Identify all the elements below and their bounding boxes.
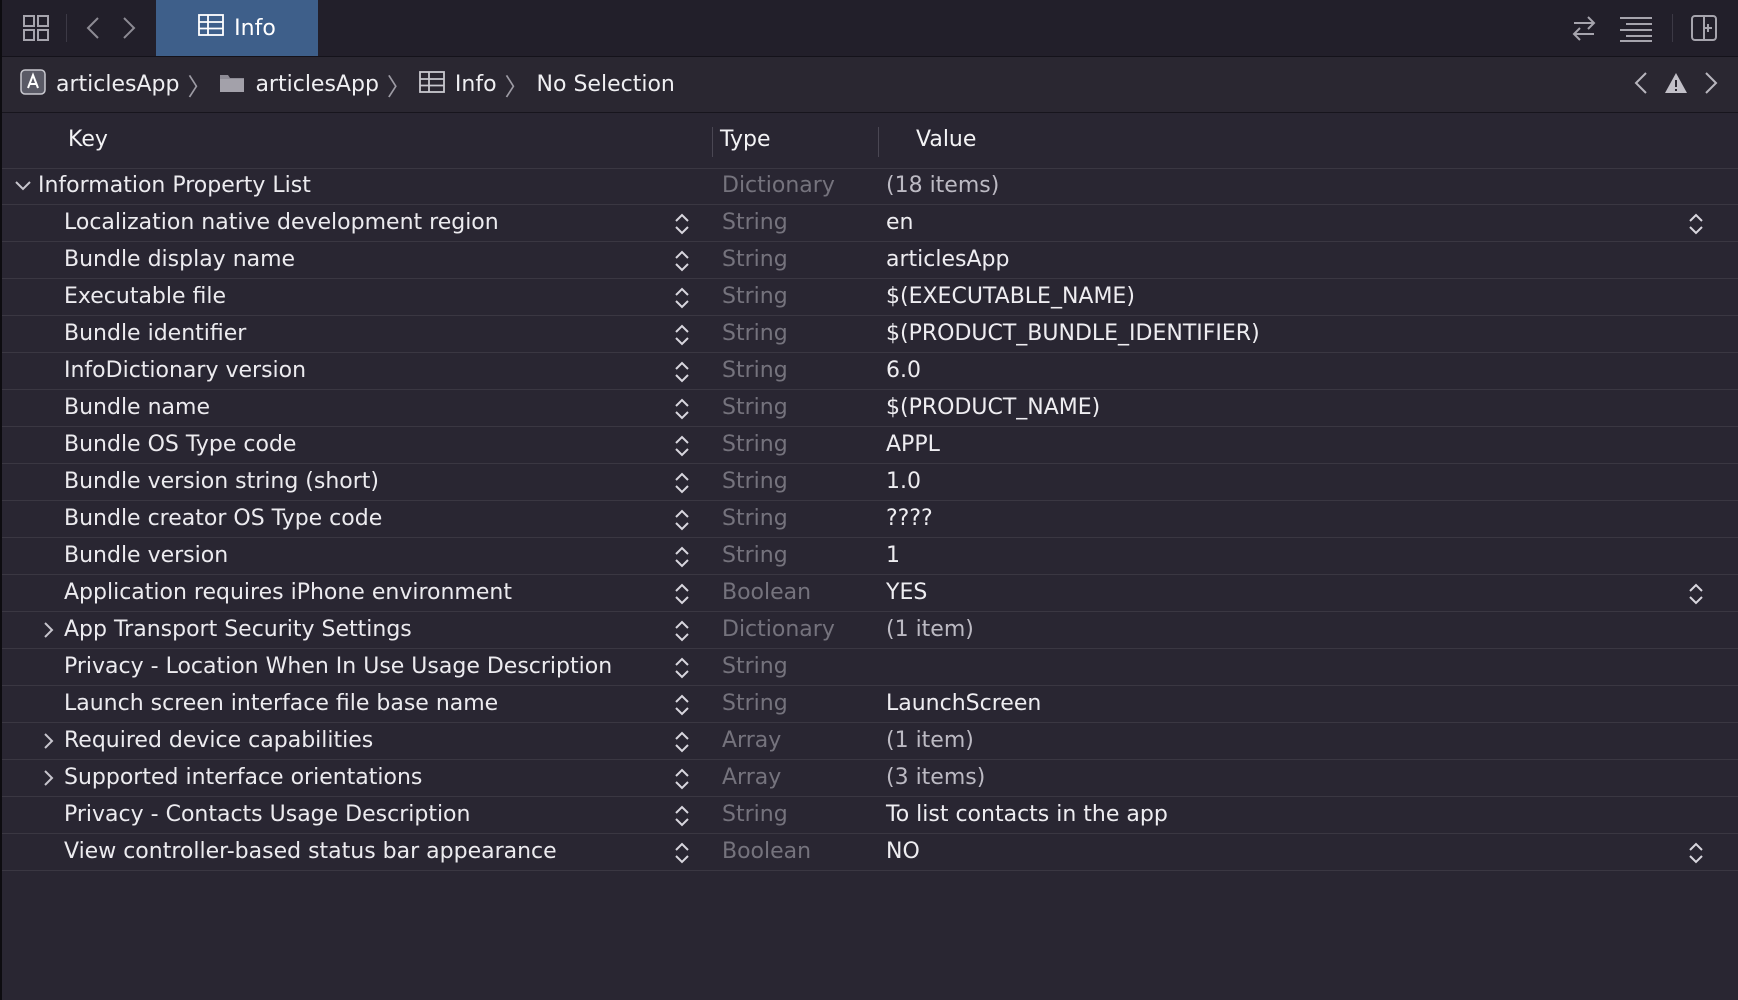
stepper-icon[interactable] xyxy=(674,211,690,243)
row-key: Information Property List xyxy=(38,173,311,198)
breadcrumb-folder[interactable]: articlesApp xyxy=(219,71,379,99)
stepper-icon[interactable] xyxy=(674,729,690,761)
table-row[interactable]: Application requires iPhone environment … xyxy=(2,575,1738,612)
grid-layout-icon[interactable] xyxy=(22,14,50,46)
stepper-icon[interactable] xyxy=(674,470,690,502)
stepper-icon[interactable] xyxy=(674,766,690,798)
stepper-icon[interactable] xyxy=(674,396,690,428)
table-row[interactable]: Launch screen interface file base name S… xyxy=(2,686,1738,723)
editor-window: Info articlesApp 〉 articlesApp 〉 Info 〉 … xyxy=(0,0,1738,1000)
table-row[interactable]: Localization native development region S… xyxy=(2,205,1738,242)
chevron-right-icon: 〉 xyxy=(187,73,212,101)
stepper-icon[interactable] xyxy=(674,433,690,465)
warning-icon[interactable] xyxy=(1664,72,1688,100)
value-stepper-icon[interactable] xyxy=(1688,581,1704,613)
chevron-right-icon: 〉 xyxy=(504,73,529,101)
column-header-type[interactable]: Type xyxy=(720,127,771,152)
jump-bar: articlesApp 〉 articlesApp 〉 Info 〉 No Se… xyxy=(2,57,1738,113)
stepper-icon[interactable] xyxy=(674,544,690,576)
table-row[interactable]: Bundle name String $(PRODUCT_NAME) xyxy=(2,390,1738,427)
table-row[interactable]: Privacy - Contacts Usage Description Str… xyxy=(2,797,1738,834)
table-row[interactable]: Bundle identifier String $(PRODUCT_BUNDL… xyxy=(2,316,1738,353)
column-header-key[interactable]: Key xyxy=(68,127,108,152)
property-list: Information Property List Dictionary (18… xyxy=(2,168,1738,871)
table-row-root[interactable]: Information Property List Dictionary (18… xyxy=(2,168,1738,205)
tab-label: Info xyxy=(234,15,276,41)
table-row[interactable]: Required device capabilities Array (1 it… xyxy=(2,723,1738,760)
app-project-icon xyxy=(20,68,46,101)
stepper-icon[interactable] xyxy=(674,840,690,872)
chevron-right-icon[interactable] xyxy=(40,620,58,645)
folder-icon xyxy=(219,71,245,99)
next-issue-icon[interactable] xyxy=(1704,71,1718,101)
stepper-icon[interactable] xyxy=(674,248,690,280)
column-header: Key Type Value xyxy=(2,113,1738,169)
breadcrumb-project[interactable]: articlesApp xyxy=(20,68,179,101)
table-row[interactable]: Supported interface orientations Array (… xyxy=(2,760,1738,797)
stepper-icon[interactable] xyxy=(674,322,690,354)
forward-arrow-icon[interactable] xyxy=(120,14,138,46)
stepper-icon[interactable] xyxy=(674,285,690,317)
table-row[interactable]: Bundle display name String articlesApp xyxy=(2,242,1738,279)
stepper-icon[interactable] xyxy=(674,581,690,613)
row-value: (18 items) xyxy=(886,173,1000,198)
value-stepper-icon[interactable] xyxy=(1688,211,1704,243)
breadcrumb-selection[interactable]: No Selection xyxy=(537,72,675,97)
add-editor-icon[interactable] xyxy=(1690,14,1718,46)
row-type: Dictionary xyxy=(722,173,835,198)
breadcrumb-file[interactable]: Info xyxy=(419,70,497,99)
stepper-icon[interactable] xyxy=(674,655,690,687)
tab-bar: Info xyxy=(2,0,1738,57)
table-icon xyxy=(198,14,225,42)
swap-arrows-icon[interactable] xyxy=(1570,14,1598,46)
chevron-down-icon[interactable] xyxy=(14,176,32,201)
column-header-value[interactable]: Value xyxy=(916,127,976,152)
chevron-right-icon[interactable] xyxy=(40,768,58,793)
table-row[interactable]: InfoDictionary version String 6.0 xyxy=(2,353,1738,390)
table-row[interactable]: Executable file String $(EXECUTABLE_NAME… xyxy=(2,279,1738,316)
chevron-right-icon[interactable] xyxy=(40,731,58,756)
value-stepper-icon[interactable] xyxy=(1688,840,1704,872)
table-row[interactable]: Privacy - Location When In Use Usage Des… xyxy=(2,649,1738,686)
stepper-icon[interactable] xyxy=(674,803,690,835)
table-row[interactable]: App Transport Security Settings Dictiona… xyxy=(2,612,1738,649)
stepper-icon[interactable] xyxy=(674,359,690,391)
back-arrow-icon[interactable] xyxy=(84,14,102,46)
table-icon xyxy=(419,70,445,99)
table-row[interactable]: View controller-based status bar appeara… xyxy=(2,834,1738,871)
stepper-icon[interactable] xyxy=(674,692,690,724)
tab-info[interactable]: Info xyxy=(156,0,318,56)
table-row[interactable]: Bundle creator OS Type code String ???? xyxy=(2,501,1738,538)
table-row[interactable]: Bundle version string (short) String 1.0 xyxy=(2,464,1738,501)
editor-options-icon[interactable] xyxy=(1618,14,1654,46)
chevron-right-icon: 〉 xyxy=(386,73,411,101)
previous-issue-icon[interactable] xyxy=(1634,71,1648,101)
stepper-icon[interactable] xyxy=(674,507,690,539)
stepper-icon[interactable] xyxy=(674,618,690,650)
table-row[interactable]: Bundle version String 1 xyxy=(2,538,1738,575)
table-row[interactable]: Bundle OS Type code String APPL xyxy=(2,427,1738,464)
